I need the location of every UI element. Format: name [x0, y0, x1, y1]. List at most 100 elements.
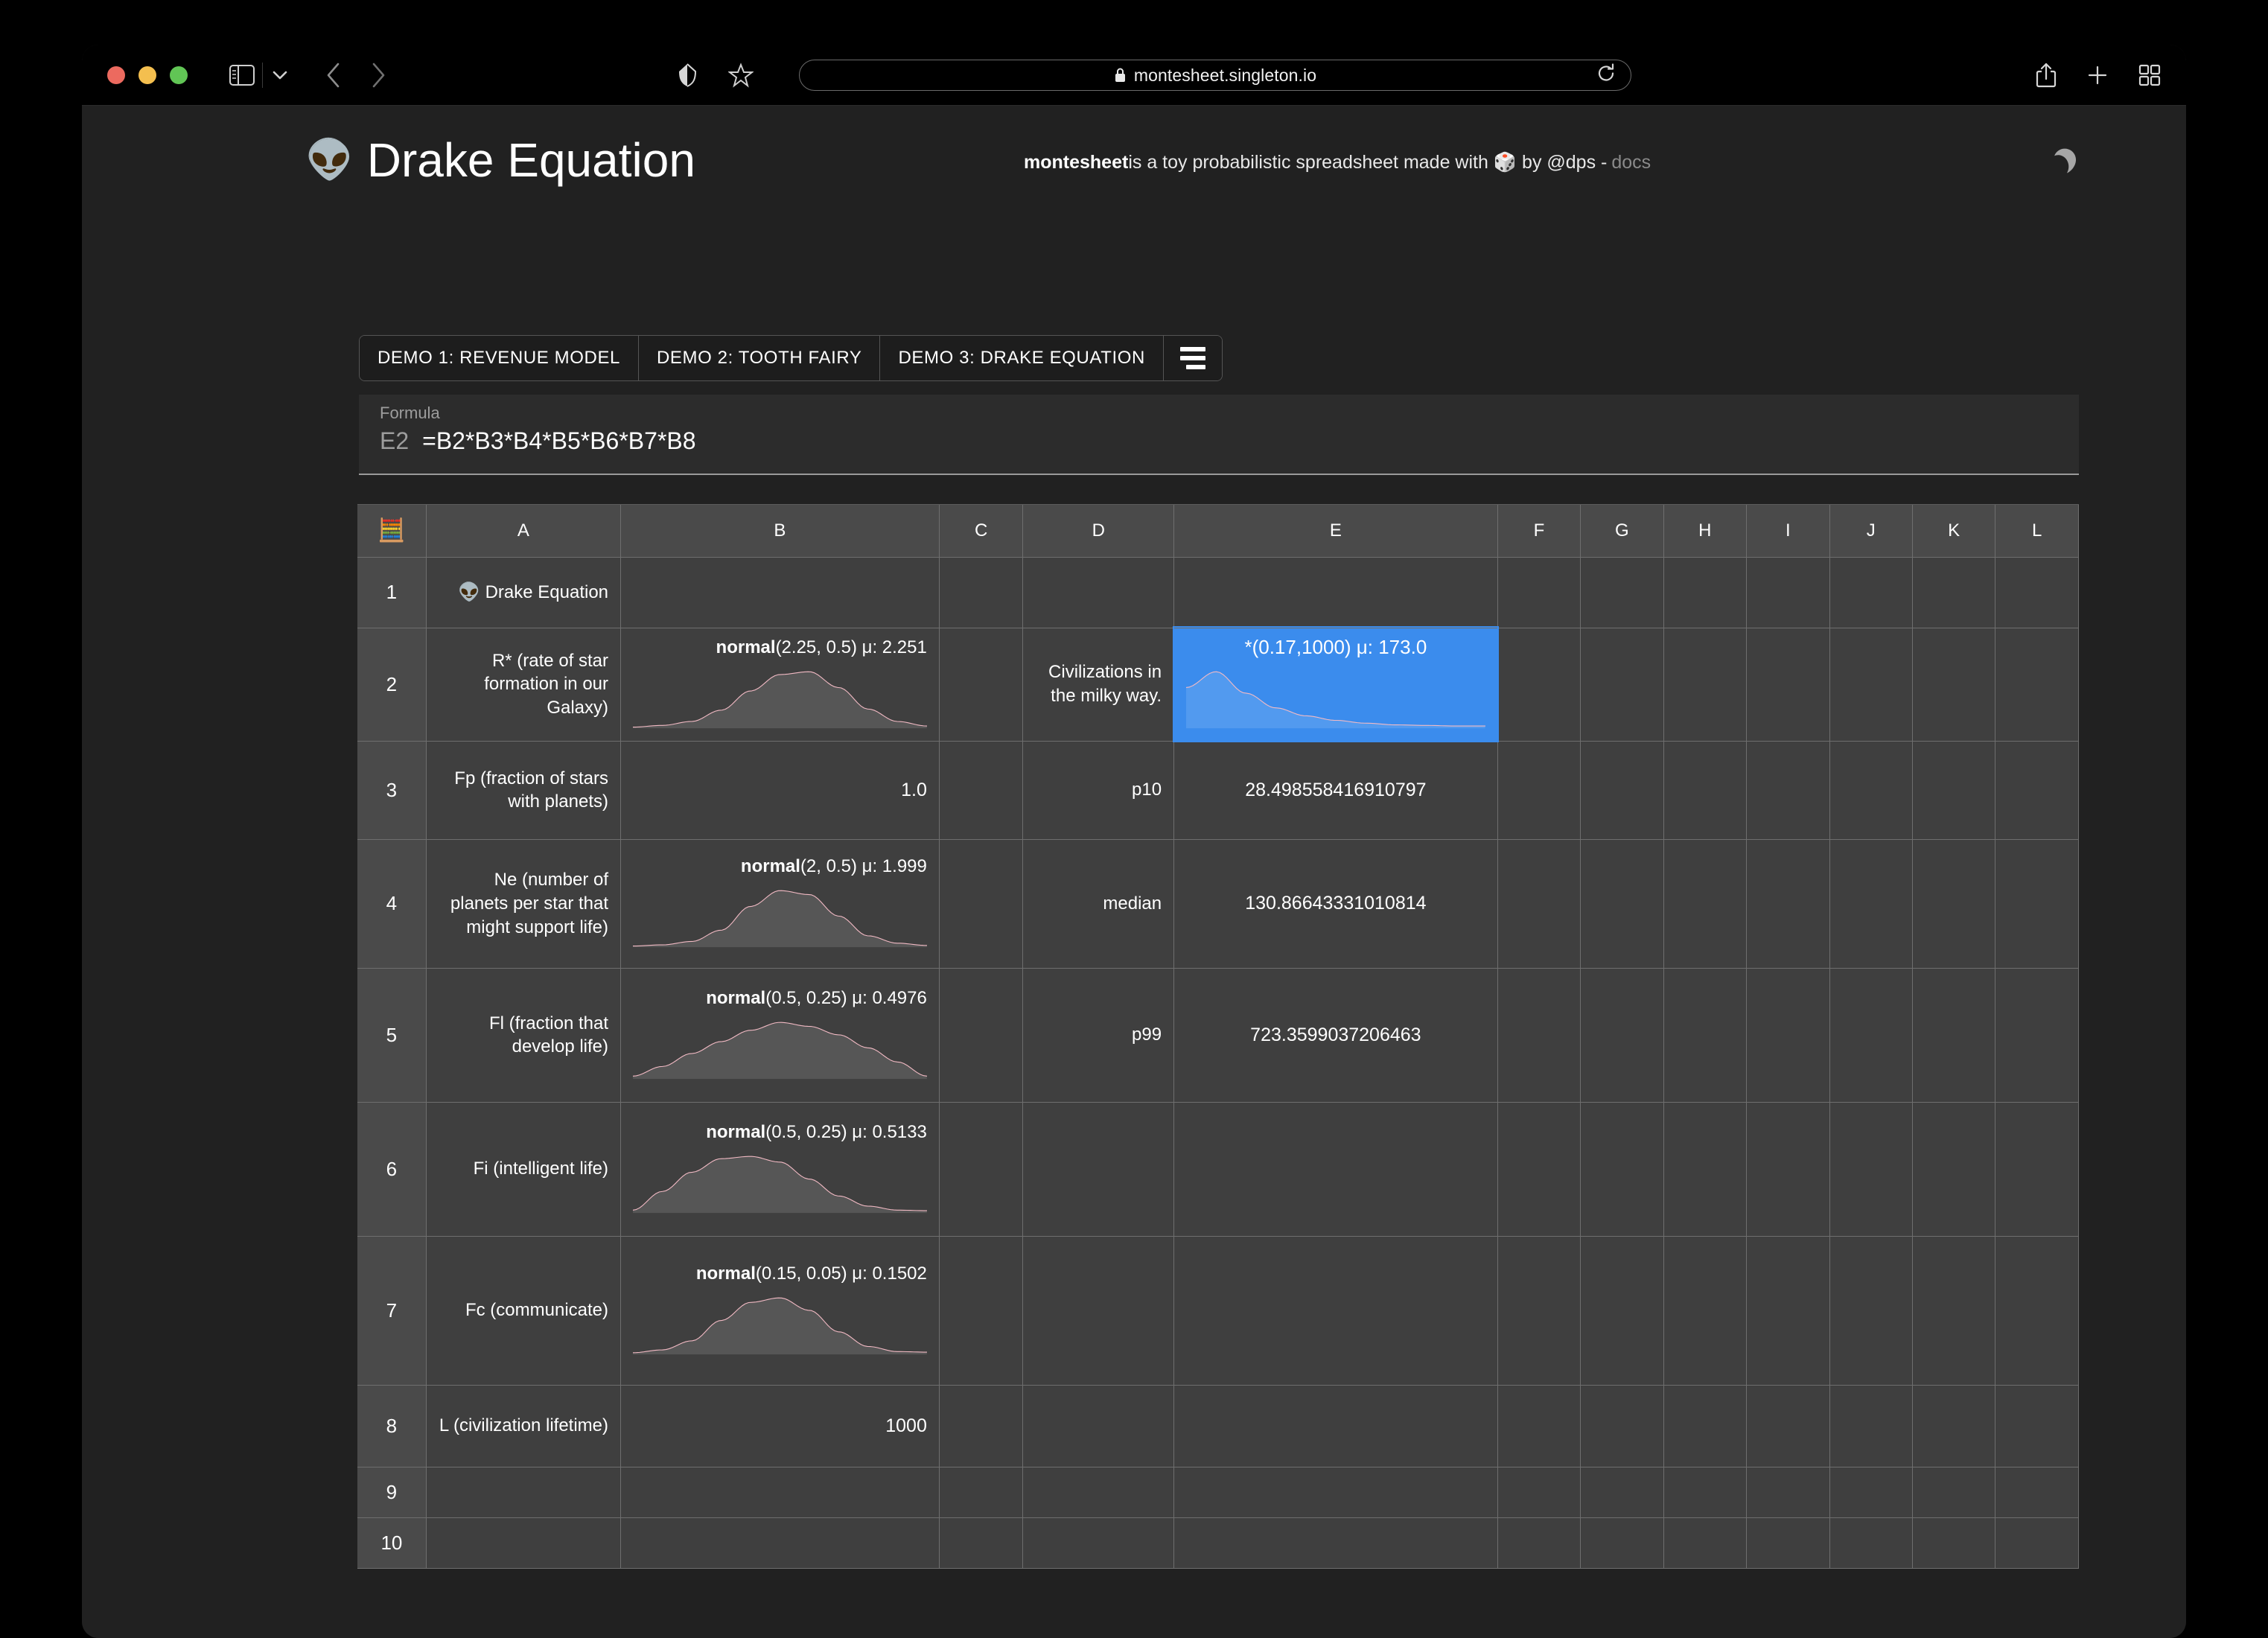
cell-K3[interactable] — [1912, 741, 1996, 840]
cell-E4[interactable]: 130.86643331010814 — [1173, 839, 1498, 969]
cell-B9[interactable] — [620, 1467, 940, 1518]
cell-K8[interactable] — [1912, 1385, 1996, 1467]
column-header-e[interactable]: E — [1173, 505, 1498, 558]
cell-I4[interactable] — [1746, 839, 1830, 969]
cell-I5[interactable] — [1746, 968, 1830, 1103]
cell-A3[interactable]: Fp (fraction of stars with planets) — [426, 741, 622, 840]
cell-H3[interactable] — [1663, 741, 1748, 840]
cell-J7[interactable] — [1829, 1236, 1913, 1386]
back-button[interactable] — [325, 62, 342, 89]
cell-K6[interactable] — [1912, 1102, 1996, 1237]
row-header-3[interactable]: 3 — [357, 741, 427, 840]
cell-J2[interactable] — [1829, 628, 1913, 742]
row-header-1[interactable]: 1 — [357, 557, 427, 628]
column-header-l[interactable]: L — [1995, 505, 2079, 558]
cell-D7[interactable] — [1022, 1236, 1175, 1386]
column-header-f[interactable]: F — [1497, 505, 1581, 558]
cell-H1[interactable] — [1663, 557, 1748, 628]
cell-J1[interactable] — [1829, 557, 1913, 628]
cell-L8[interactable] — [1995, 1385, 2079, 1467]
cell-B8[interactable]: 1000 — [620, 1385, 940, 1467]
cell-I10[interactable] — [1746, 1517, 1830, 1569]
cell-D9[interactable] — [1022, 1467, 1175, 1518]
cell-I6[interactable] — [1746, 1102, 1830, 1237]
cell-C7[interactable] — [939, 1236, 1024, 1386]
select-all-corner[interactable]: 🧮 — [357, 505, 427, 558]
cell-D5[interactable]: p99 — [1022, 968, 1175, 1103]
cell-F2[interactable] — [1497, 628, 1581, 742]
cell-F9[interactable] — [1497, 1467, 1581, 1518]
cell-F10[interactable] — [1497, 1517, 1581, 1569]
tabs-menu-button[interactable] — [1163, 336, 1222, 380]
cell-B2[interactable]: normal(2.25, 0.5) μ: 2.251 — [620, 628, 940, 742]
cell-G6[interactable] — [1580, 1102, 1664, 1237]
cell-D4[interactable]: median — [1022, 839, 1175, 969]
cell-G3[interactable] — [1580, 741, 1664, 840]
tab-demo-1[interactable]: DEMO 1: REVENUE MODEL — [360, 336, 639, 380]
cell-F7[interactable] — [1497, 1236, 1581, 1386]
row-header-8[interactable]: 8 — [357, 1385, 427, 1467]
cell-H10[interactable] — [1663, 1517, 1748, 1569]
cell-F5[interactable] — [1497, 968, 1581, 1103]
cell-I8[interactable] — [1746, 1385, 1830, 1467]
address-bar[interactable]: montesheet.singleton.io — [799, 60, 1631, 91]
cell-B10[interactable] — [620, 1517, 940, 1569]
cell-A7[interactable]: Fc (communicate) — [426, 1236, 622, 1386]
column-header-c[interactable]: C — [939, 505, 1024, 558]
formula-bar[interactable]: Formula E2 =B2*B3*B4*B5*B6*B7*B8 — [359, 395, 2079, 475]
cell-B6[interactable]: normal(0.5, 0.25) μ: 0.5133 — [620, 1102, 940, 1237]
cell-C4[interactable] — [939, 839, 1024, 969]
cell-K10[interactable] — [1912, 1517, 1996, 1569]
cell-H6[interactable] — [1663, 1102, 1748, 1237]
chevron-down-icon[interactable] — [270, 68, 290, 82]
cell-E2[interactable]: *(0.17,1000) μ: 173.0 — [1172, 625, 1500, 743]
cell-D8[interactable] — [1022, 1385, 1175, 1467]
forward-button[interactable] — [370, 62, 386, 89]
cell-L9[interactable] — [1995, 1467, 2079, 1518]
cell-A9[interactable] — [426, 1467, 622, 1518]
cell-F6[interactable] — [1497, 1102, 1581, 1237]
cell-G5[interactable] — [1580, 968, 1664, 1103]
cell-L6[interactable] — [1995, 1102, 2079, 1237]
cell-J5[interactable] — [1829, 968, 1913, 1103]
shield-icon[interactable] — [678, 63, 697, 87]
cell-F8[interactable] — [1497, 1385, 1581, 1467]
cell-G1[interactable] — [1580, 557, 1664, 628]
cell-E5[interactable]: 723.3599037206463 — [1173, 968, 1498, 1103]
cell-I3[interactable] — [1746, 741, 1830, 840]
cell-G4[interactable] — [1580, 839, 1664, 969]
minimize-window-button[interactable] — [138, 66, 156, 84]
cell-H2[interactable] — [1663, 628, 1748, 742]
cell-E3[interactable]: 28.498558416910797 — [1173, 741, 1498, 840]
cell-C1[interactable] — [939, 557, 1024, 628]
cell-D10[interactable] — [1022, 1517, 1175, 1569]
cell-H8[interactable] — [1663, 1385, 1748, 1467]
cell-K4[interactable] — [1912, 839, 1996, 969]
cell-H4[interactable] — [1663, 839, 1748, 969]
cell-A1[interactable]: 👽 Drake Equation — [426, 557, 622, 628]
cell-A4[interactable]: Ne (number of planets per star that migh… — [426, 839, 622, 969]
cell-J6[interactable] — [1829, 1102, 1913, 1237]
cell-E7[interactable] — [1173, 1236, 1498, 1386]
cell-A6[interactable]: Fi (intelligent life) — [426, 1102, 622, 1237]
cell-C3[interactable] — [939, 741, 1024, 840]
cell-C9[interactable] — [939, 1467, 1024, 1518]
column-header-b[interactable]: B — [620, 505, 940, 558]
cell-E6[interactable] — [1173, 1102, 1498, 1237]
row-header-2[interactable]: 2 — [357, 628, 427, 742]
cell-K9[interactable] — [1912, 1467, 1996, 1518]
cell-C6[interactable] — [939, 1102, 1024, 1237]
cell-K7[interactable] — [1912, 1236, 1996, 1386]
cell-I9[interactable] — [1746, 1467, 1830, 1518]
cell-E10[interactable] — [1173, 1517, 1498, 1569]
bookmark-star-icon[interactable] — [728, 63, 754, 88]
cell-J8[interactable] — [1829, 1385, 1913, 1467]
cell-J9[interactable] — [1829, 1467, 1913, 1518]
cell-E8[interactable] — [1173, 1385, 1498, 1467]
tab-demo-2[interactable]: DEMO 2: TOOTH FAIRY — [639, 336, 881, 380]
row-header-9[interactable]: 9 — [357, 1467, 427, 1518]
cell-G7[interactable] — [1580, 1236, 1664, 1386]
cell-C5[interactable] — [939, 968, 1024, 1103]
cell-A10[interactable] — [426, 1517, 622, 1569]
cell-E1[interactable] — [1173, 557, 1498, 628]
